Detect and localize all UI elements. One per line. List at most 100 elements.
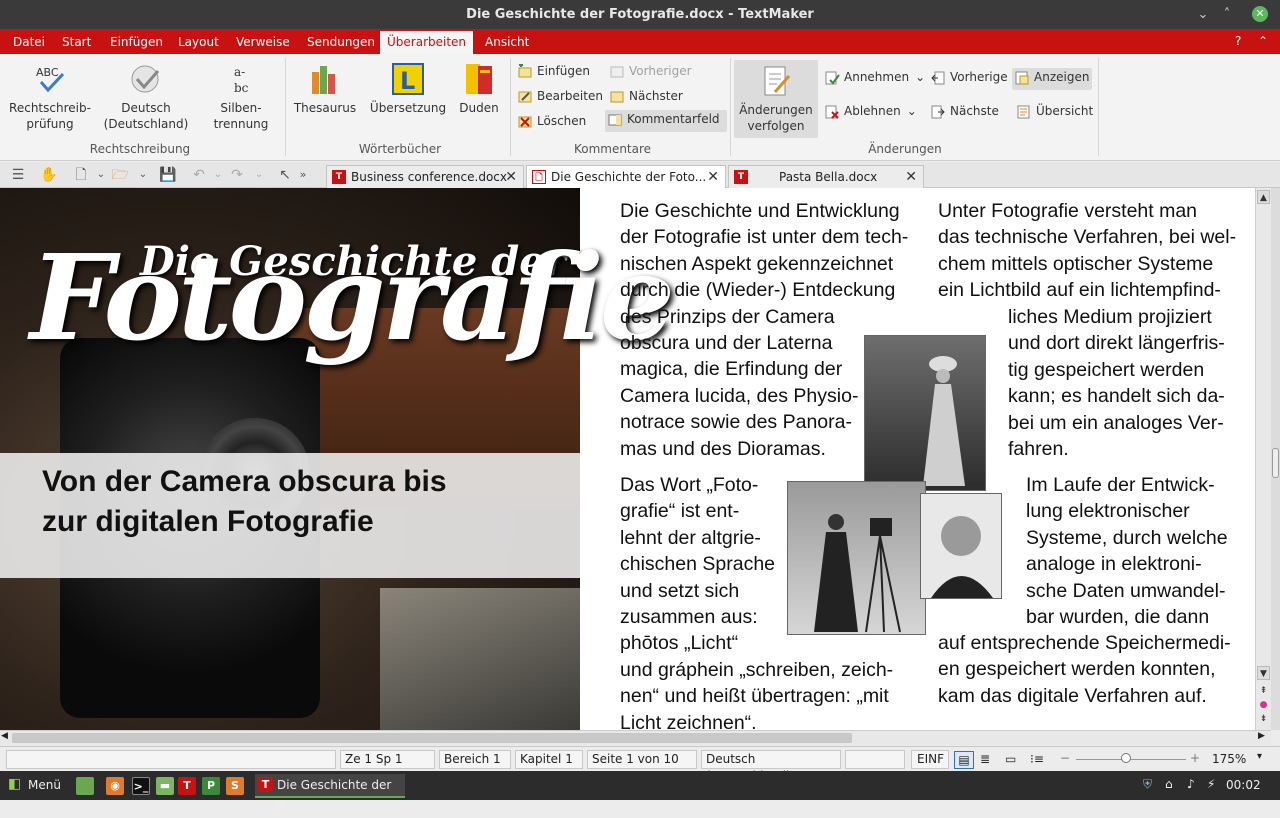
chevron-down-icon[interactable]: ⌄ bbox=[92, 166, 110, 184]
menu-ansicht[interactable]: Ansicht bbox=[478, 29, 536, 54]
chevron-down-icon[interactable]: ⌄ bbox=[907, 104, 917, 118]
tab-geschichte-fotografie[interactable]: 🗋 Die Geschichte der Foto... ✕ bbox=[526, 165, 726, 188]
prev-page-icon[interactable]: ⇞ bbox=[1257, 684, 1270, 698]
comment-field-toggle[interactable]: Kommentarfeld bbox=[605, 110, 727, 132]
network-icon[interactable]: ⌂ bbox=[1165, 777, 1173, 791]
volume-icon[interactable]: ♪ bbox=[1187, 777, 1195, 791]
overview-button[interactable]: Übersicht bbox=[1014, 102, 1093, 124]
presentations-launcher-icon[interactable]: S bbox=[226, 777, 244, 795]
next-change-button[interactable]: Nächste bbox=[928, 102, 1010, 124]
hamburger-menu-icon[interactable]: ☰ bbox=[9, 166, 27, 184]
comment-next-button[interactable]: Nächster bbox=[607, 87, 727, 109]
status-page[interactable]: Seite 1 von 10 bbox=[587, 750, 697, 769]
battery-icon[interactable]: ⚡ bbox=[1207, 777, 1215, 791]
files-icon[interactable]: ▬ bbox=[156, 777, 174, 795]
undo-icon[interactable]: ↶ bbox=[190, 166, 208, 184]
chevron-down-icon[interactable]: ⌄ bbox=[915, 70, 925, 84]
comment-delete-button[interactable]: Löschen bbox=[515, 112, 605, 134]
reject-change-button[interactable]: Ablehnen ⌄ bbox=[822, 102, 922, 124]
close-tab-icon[interactable]: ✕ bbox=[905, 166, 917, 188]
menu-start[interactable]: Start bbox=[55, 29, 98, 54]
textmaker-launcher-icon[interactable]: T bbox=[178, 777, 196, 795]
next-page-icon[interactable]: ⇟ bbox=[1257, 712, 1270, 726]
close-tab-icon[interactable]: ✕ bbox=[707, 166, 719, 188]
scroll-up-icon[interactable]: ▲ bbox=[1257, 190, 1270, 204]
vertical-scrollbar[interactable]: ▲ ▼ ⇞ ● ⇟ bbox=[1255, 188, 1271, 730]
browse-object-icon[interactable]: ● bbox=[1257, 698, 1270, 712]
new-document-icon[interactable]: 🗋 bbox=[72, 166, 90, 184]
menu-verweise[interactable]: Verweise bbox=[229, 29, 297, 54]
view-page-icon[interactable]: ▭ bbox=[1005, 752, 1016, 766]
status-language[interactable]: Deutsch (Deutschland) bbox=[701, 750, 841, 783]
menu-ueberarbeiten[interactable]: Überarbeiten bbox=[380, 29, 474, 54]
terminal-icon[interactable]: >_ bbox=[132, 777, 150, 795]
comment-edit-button[interactable]: Bearbeiten bbox=[515, 87, 605, 109]
translation-button[interactable]: L Übersetzung bbox=[368, 62, 448, 116]
zoom-slider-knob[interactable] bbox=[1120, 753, 1131, 763]
duden-button[interactable]: Duden bbox=[456, 62, 502, 116]
status-insert-mode[interactable]: EINF bbox=[911, 750, 949, 769]
tab-label: Die Geschichte der Foto... bbox=[551, 170, 707, 184]
spellcheck-icon: ABC bbox=[36, 66, 65, 93]
scroll-down-icon[interactable]: ▼ bbox=[1257, 666, 1270, 680]
comment-prev-button[interactable]: Vorheriger bbox=[607, 62, 727, 84]
horizontal-scrollbar[interactable]: ◀ ▶ bbox=[0, 730, 1271, 745]
zoom-in-icon[interactable]: + bbox=[1190, 751, 1200, 765]
start-menu-label[interactable]: Menü bbox=[28, 778, 61, 792]
scroll-left-icon[interactable]: ◀ bbox=[1, 731, 8, 741]
menu-einfuegen[interactable]: Einfügen bbox=[103, 29, 170, 54]
save-icon[interactable]: 💾 bbox=[159, 166, 177, 184]
show-changes-toggle[interactable]: Anzeigen bbox=[1012, 68, 1092, 90]
menu-sendungen[interactable]: Sendungen bbox=[300, 29, 382, 54]
help-icon[interactable]: ? bbox=[1235, 29, 1241, 54]
ribbon-collapse-icon[interactable]: ⌃ bbox=[1258, 29, 1268, 54]
clock[interactable]: 00:02 bbox=[1226, 778, 1261, 792]
comment-insert-button[interactable]: Einfügen bbox=[515, 62, 605, 84]
window-title: Die Geschichte der Fotografie.docx - Tex… bbox=[466, 7, 814, 22]
show-desktop-icon[interactable] bbox=[76, 777, 94, 795]
close-window-icon[interactable]: ✕ bbox=[1252, 6, 1268, 22]
tab-business-conference[interactable]: T Business conference.docx ✕ bbox=[326, 165, 524, 188]
firefox-icon[interactable]: ◉ bbox=[106, 777, 124, 795]
track-changes-button[interactable]: Änderungen verfolgen bbox=[734, 60, 818, 138]
hyphenation-button[interactable]: a-bc Silben- trennung bbox=[200, 62, 282, 132]
taskbar-window-textmaker[interactable]: T Die Geschichte der F... bbox=[255, 774, 405, 814]
zoom-slider-track[interactable] bbox=[1076, 759, 1186, 760]
close-tab-icon[interactable]: ✕ bbox=[505, 166, 517, 188]
sidebar-handle[interactable] bbox=[1272, 448, 1279, 478]
chevron-down-icon[interactable]: ⌄ bbox=[134, 166, 152, 184]
chevron-down-icon[interactable]: ▾ bbox=[1257, 751, 1262, 762]
horizontal-scroll-thumb[interactable] bbox=[12, 733, 852, 743]
view-outline-icon[interactable]: ≣ bbox=[980, 752, 990, 766]
language-button[interactable]: Deutsch (Deutschland) bbox=[98, 62, 194, 132]
chevron-down-icon[interactable]: ⌄ bbox=[209, 166, 227, 184]
redo-icon[interactable]: ↷ bbox=[228, 166, 246, 184]
mint-menu-icon[interactable]: ◧ bbox=[8, 776, 21, 792]
photo-portrait-man[interactable] bbox=[920, 493, 1002, 599]
zoom-out-icon[interactable]: − bbox=[1060, 751, 1070, 765]
tab-pasta-bella[interactable]: T Pasta Bella.docx ✕ bbox=[728, 165, 924, 188]
photo-lady-parasol[interactable] bbox=[864, 335, 986, 491]
minimize-icon[interactable]: ⌄ bbox=[1192, 0, 1214, 29]
spellcheck-button[interactable]: ABC Rechtschreib- prüfung bbox=[6, 62, 94, 132]
maximize-icon[interactable]: ˄ bbox=[1216, 0, 1238, 29]
photo-woman-camera[interactable] bbox=[787, 481, 926, 635]
accept-change-button[interactable]: Annehmen ⌄ bbox=[822, 68, 925, 90]
hand-tool-icon[interactable]: ✋ bbox=[40, 166, 58, 184]
shield-icon[interactable]: ⛨ bbox=[1143, 777, 1152, 792]
view-master-icon[interactable]: ⁝≡ bbox=[1030, 752, 1044, 766]
planmaker-launcher-icon[interactable]: P bbox=[202, 777, 220, 795]
open-folder-icon[interactable]: 🗁 bbox=[111, 166, 129, 184]
toolbar-overflow-icon[interactable]: » bbox=[294, 166, 312, 184]
document-canvas[interactable]: Die Geschichte der Fotografie Von der Ca… bbox=[0, 188, 1255, 730]
menu-datei[interactable]: Datei bbox=[6, 29, 52, 54]
menu-layout[interactable]: Layout bbox=[171, 29, 226, 54]
comment-insert-label: Einfügen bbox=[537, 64, 590, 78]
scroll-right-icon[interactable]: ▶ bbox=[1258, 731, 1265, 741]
thesaurus-button[interactable]: Thesaurus bbox=[292, 62, 358, 116]
view-normal-icon[interactable]: ▤ bbox=[954, 751, 974, 769]
zoom-level[interactable]: 175% bbox=[1212, 752, 1246, 766]
prev-change-button[interactable]: Vorherige bbox=[928, 68, 1010, 90]
chevron-down-icon[interactable]: ⌄ bbox=[250, 166, 268, 184]
pointer-tool-icon[interactable]: ↖ bbox=[276, 166, 294, 184]
